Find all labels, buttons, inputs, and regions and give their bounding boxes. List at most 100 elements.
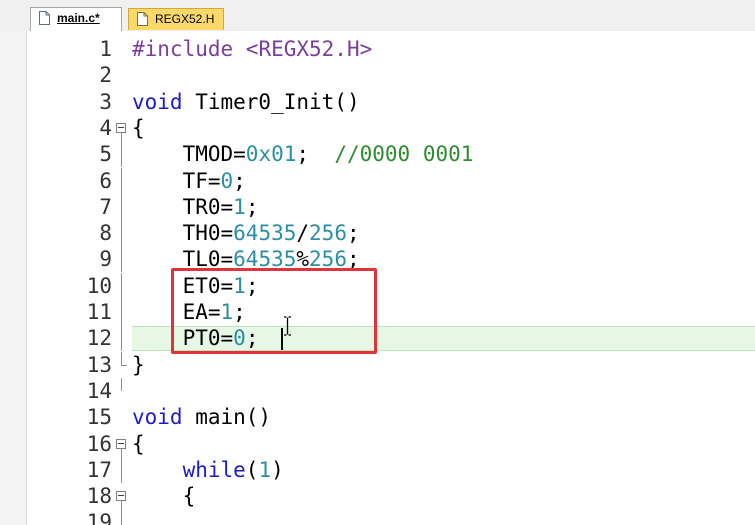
code-line[interactable]: 10 ET0=1; xyxy=(0,273,755,299)
code-token: void xyxy=(132,405,183,429)
code-line[interactable]: 2 xyxy=(0,62,755,88)
ibeam-cursor-icon xyxy=(284,316,291,336)
line-number: 12 xyxy=(86,326,112,350)
fold-guide xyxy=(121,378,122,391)
line-number: 7 xyxy=(99,195,112,219)
code-text: TH0=64535/256; xyxy=(132,220,360,246)
code-text: void Timer0_Init() xyxy=(132,89,360,115)
line-number: 3 xyxy=(99,90,112,114)
code-token: TF= xyxy=(132,169,221,193)
code-token: //0000 0001 xyxy=(334,142,474,166)
code-text: { xyxy=(132,483,196,509)
line-number: 2 xyxy=(99,63,112,87)
code-token: void xyxy=(132,90,183,114)
code-line[interactable]: 7 TR0=1; xyxy=(0,194,755,220)
fold-toggle-icon[interactable] xyxy=(116,123,126,133)
code-token: #include xyxy=(132,37,246,61)
file-icon xyxy=(39,11,50,25)
code-line[interactable]: 11 EA=1; xyxy=(0,299,755,325)
code-text: { xyxy=(132,431,145,457)
line-number: 4 xyxy=(99,116,112,140)
file-icon xyxy=(137,12,148,26)
line-number: 18 xyxy=(86,484,112,508)
code-token: 0 xyxy=(220,169,234,193)
fold-guide xyxy=(121,168,122,194)
code-token: ( xyxy=(245,458,259,482)
code-token: ; xyxy=(296,142,335,166)
line-number: 14 xyxy=(86,379,112,403)
fold-end-marker xyxy=(121,365,127,366)
code-token: { xyxy=(132,116,145,140)
code-text: void main() xyxy=(132,404,271,430)
code-text: } xyxy=(132,352,145,378)
fold-guide xyxy=(121,457,122,483)
code-text: TMOD=0x01; //0000 0001 xyxy=(132,141,474,167)
code-token: 256 xyxy=(309,221,347,245)
code-token: ) xyxy=(271,458,284,482)
code-line[interactable]: 3 void Timer0_Init() xyxy=(0,89,755,115)
line-number: 6 xyxy=(99,169,112,193)
fold-guide xyxy=(121,501,122,509)
code-line[interactable]: 8 TH0=64535/256; xyxy=(0,220,755,246)
code-text: { xyxy=(132,115,145,141)
code-line[interactable]: 9 TL0=64535%256; xyxy=(0,246,755,272)
line-number: 16 xyxy=(86,432,112,456)
code-token: 1 xyxy=(258,458,272,482)
code-line[interactable]: 18 { xyxy=(0,483,755,509)
line-number: 8 xyxy=(99,221,112,245)
code-token: main() xyxy=(182,405,272,429)
code-line[interactable]: 13} xyxy=(0,352,755,378)
fold-guide xyxy=(121,273,122,299)
code-token: { xyxy=(132,432,145,456)
code-line[interactable]: 19 xyxy=(0,509,755,525)
line-number: 19 xyxy=(86,510,112,525)
fold-guide xyxy=(121,352,122,365)
code-line[interactable]: 5 TMOD=0x01; //0000 0001 xyxy=(0,141,755,167)
fold-toggle-icon[interactable] xyxy=(116,491,126,501)
editor-tab-bar: main.c* REGX52.H xyxy=(0,0,755,32)
code-text: while(1) xyxy=(132,457,284,483)
line-number: 10 xyxy=(86,274,112,298)
code-token: TR0= xyxy=(132,195,234,219)
code-token: 64535 xyxy=(233,221,297,245)
tab-main-c[interactable]: main.c* xyxy=(30,7,122,31)
code-line[interactable]: 1 #include <REGX52.H> xyxy=(0,36,755,62)
code-line[interactable]: 16 { xyxy=(0,431,755,457)
code-token: / xyxy=(296,221,310,245)
highlight-annotation-box xyxy=(171,268,377,354)
fold-guide xyxy=(121,194,122,220)
tab-label: REGX52.H xyxy=(155,12,215,26)
code-text: #include <REGX52.H> xyxy=(132,36,372,62)
fold-guide xyxy=(121,509,122,525)
code-text: TF=0; xyxy=(132,168,246,194)
code-token: 1 xyxy=(233,195,246,219)
fold-guide xyxy=(121,246,122,272)
code-line[interactable]: 12 PT0=0; xyxy=(0,325,755,351)
fold-guide xyxy=(121,325,122,351)
code-line[interactable]: 14 xyxy=(0,378,755,404)
fold-guide xyxy=(121,220,122,246)
line-number: 11 xyxy=(86,300,112,324)
line-number: 15 xyxy=(86,405,112,429)
code-token: ; xyxy=(346,221,360,245)
code-token: Timer0_Init() xyxy=(182,90,360,114)
code-token: ; xyxy=(245,195,259,219)
fold-guide xyxy=(121,449,122,457)
code-line[interactable]: 15 void main() xyxy=(0,404,755,430)
code-token: } xyxy=(132,353,145,377)
tab-regx52-h[interactable]: REGX52.H xyxy=(128,8,224,30)
code-token: TH0= xyxy=(132,221,234,245)
fold-toggle-icon[interactable] xyxy=(116,439,126,449)
line-number: 9 xyxy=(99,247,112,271)
code-token: while xyxy=(182,458,246,482)
code-token: 0x01 xyxy=(245,142,297,166)
line-number: 17 xyxy=(86,458,112,482)
code-line[interactable]: 6 TF=0; xyxy=(0,168,755,194)
line-number: 5 xyxy=(99,142,112,166)
fold-guide xyxy=(121,133,122,141)
line-number: 13 xyxy=(86,353,112,377)
code-text: TR0=1; xyxy=(132,194,259,220)
code-line[interactable]: 17 while(1) xyxy=(0,457,755,483)
code-line[interactable]: 4{ xyxy=(0,115,755,141)
